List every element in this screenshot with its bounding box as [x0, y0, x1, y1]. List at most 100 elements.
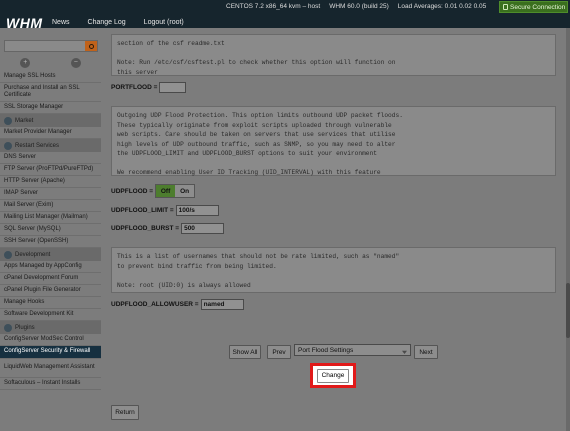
search-icon — [88, 43, 94, 49]
sidebar-header-development[interactable]: Development — [0, 248, 101, 261]
udpflood-limit-input[interactable]: 100/s — [175, 205, 219, 216]
udpflood-label: UDPFLOOD = — [111, 187, 154, 195]
sidebar-item-label: FTP Server (ProFTPd/PureFTPd) — [4, 165, 94, 172]
udpflood-row: UDPFLOOD = Off On — [111, 184, 196, 198]
sidebar-item-label: Apps Managed by AppConfig — [4, 262, 82, 269]
udpflood-limit-row: UDPFLOOD_LIMIT = 100/s — [111, 205, 219, 216]
sidebar-item[interactable]: Manage SSL Hosts — [0, 71, 101, 83]
sidebar-item-label: Mail Server (Exim) — [4, 201, 54, 208]
nav-logout[interactable]: Logout (root) — [144, 19, 184, 26]
sidebar-item[interactable]: Mailing List Manager (Mailman) — [0, 212, 101, 224]
portflood-description: section of the csf readme.txt Note: Run … — [117, 40, 396, 76]
sidebar-item-label: IMAP Server — [4, 189, 38, 196]
portflood-input[interactable] — [159, 82, 187, 93]
expand-all-icon[interactable]: + — [20, 57, 31, 68]
os-info: CENTOS 7.2 x86_64 kvm – host — [226, 3, 321, 10]
info-box-udpflood: Outgoing UDP Flood Protection. This opti… — [111, 106, 556, 176]
toggle-on-button[interactable]: On — [175, 185, 195, 197]
section-select-value: Port Flood Settings — [298, 346, 354, 354]
udpflood-description: Outgoing UDP Flood Protection. This opti… — [117, 112, 403, 176]
sidebar-list: Manage SSL Hosts Purchase and Install an … — [0, 71, 101, 390]
allowuser-description: This is a list of usernames that should … — [117, 253, 400, 289]
nav-news[interactable]: News — [52, 19, 70, 26]
change-button-highlight: Change — [310, 363, 356, 388]
allowuser-label: UDPFLOOD_ALLOWUSER = — [111, 301, 199, 308]
sidebar-item-label: Restart Services — [15, 142, 60, 149]
sidebar-item[interactable]: SSH Server (OpenSSH) — [0, 236, 101, 248]
udpflood-limit-label: UDPFLOOD_LIMIT = — [111, 207, 174, 214]
plugins-icon — [4, 323, 12, 332]
market-icon — [4, 116, 12, 125]
sidebar-item-label: HTTP Server (Apache) — [4, 177, 65, 184]
sidebar-item[interactable]: HTTP Server (Apache) — [0, 176, 101, 188]
sidebar-header-market[interactable]: Market — [0, 114, 101, 127]
info-box-allowuser: This is a list of usernames that should … — [111, 247, 556, 293]
sidebar-item-label: SSL Storage Manager — [4, 103, 64, 110]
sidebar-item-label: Manage SSL Hosts — [4, 72, 56, 79]
sidebar: + − Manage SSL Hosts Purchase and Install… — [0, 28, 101, 431]
sidebar-item-label: ConfigServer ModSec Control — [4, 335, 84, 342]
allowuser-row: UDPFLOOD_ALLOWUSER = named — [111, 299, 244, 310]
sidebar-header-restart-services[interactable]: Restart Services — [0, 139, 101, 152]
search-button[interactable] — [85, 41, 97, 51]
sidebar-item[interactable]: IMAP Server — [0, 188, 101, 200]
next-button[interactable]: Next — [414, 345, 438, 359]
sidebar-item[interactable]: Softaculous – Instant Installs — [0, 378, 101, 390]
sidebar-item-label: cPanel Plugin File Generator — [4, 286, 81, 293]
sidebar-item[interactable]: Market Provider Manager — [0, 127, 101, 139]
load-averages: Load Averages: 0.01 0.02 0.05 — [397, 3, 487, 10]
sidebar-item[interactable]: Mail Server (Exim) — [0, 200, 101, 212]
sidebar-item-label: Mailing List Manager (Mailman) — [4, 213, 88, 220]
udpflood-burst-input[interactable]: 500 — [181, 223, 225, 234]
sidebar-item[interactable]: SSL Storage Manager — [0, 102, 101, 114]
restart-icon — [4, 141, 12, 150]
secure-connection-badge: Secure Connection — [499, 1, 568, 13]
sidebar-item-label: Plugins — [15, 324, 35, 331]
sidebar-item[interactable]: ConfigServer ModSec Control — [0, 334, 101, 346]
sidebar-item-label: LiquidWeb Management Assistant — [4, 364, 95, 371]
sidebar-item-label: Market — [15, 117, 34, 124]
sidebar-item[interactable]: cPanel Plugin File Generator — [0, 285, 101, 297]
system-info: CENTOS 7.2 x86_64 kvm – host WHM 60.0 (b… — [226, 3, 486, 10]
sidebar-item[interactable]: Apps Managed by AppConfig — [0, 261, 101, 273]
sidebar-item-label: cPanel Development Forum — [4, 274, 79, 281]
sidebar-toolbar: + − — [0, 56, 101, 69]
scrollbar-thumb[interactable] — [566, 283, 570, 338]
sidebar-item-label: Market Provider Manager — [4, 128, 72, 135]
nav-change-log[interactable]: Change Log — [88, 19, 126, 26]
portflood-label: PORTFLOOD = — [111, 84, 158, 91]
sidebar-item[interactable]: Manage Hooks — [0, 297, 101, 309]
section-select[interactable]: Port Flood Settings — [294, 344, 411, 356]
top-bar: WHM News Change Log Logout (root) CENTOS… — [0, 0, 570, 31]
sidebar-item-label: Purchase and Install an SSL Certificate — [4, 84, 80, 99]
sidebar-item[interactable]: LiquidWeb Management Assistant — [0, 359, 101, 378]
udpflood-toggle[interactable]: Off On — [155, 184, 196, 198]
main-scrollbar[interactable] — [566, 28, 570, 431]
sidebar-header-plugins[interactable]: Plugins — [0, 321, 101, 334]
allowuser-input[interactable]: named — [200, 299, 244, 310]
prev-button[interactable]: Prev — [267, 345, 291, 359]
change-button[interactable]: Change — [317, 368, 349, 383]
top-nav: News Change Log Logout (root) — [52, 19, 184, 26]
sidebar-item[interactable]: DNS Server — [0, 152, 101, 164]
return-button[interactable]: Return — [111, 405, 139, 420]
portflood-row: PORTFLOOD = — [111, 82, 187, 93]
toggle-off-button[interactable]: Off — [156, 185, 176, 197]
chevron-down-icon — [402, 350, 407, 354]
sidebar-item-label: Development — [15, 251, 51, 258]
sidebar-item[interactable]: Software Development Kit — [0, 309, 101, 321]
sidebar-item-label: SSH Server (OpenSSH) — [4, 237, 69, 244]
sidebar-item[interactable]: Purchase and Install an SSL Certificate — [0, 83, 101, 102]
sidebar-item[interactable]: ConfigServer Security & Firewall — [0, 346, 101, 359]
sidebar-item[interactable]: FTP Server (ProFTPd/PureFTPd) — [0, 164, 101, 176]
sidebar-item-label: SQL Server (MySQL) — [4, 225, 61, 232]
show-all-button[interactable]: Show All — [229, 345, 261, 359]
sidebar-item[interactable]: SQL Server (MySQL) — [0, 224, 101, 236]
sidebar-item-label: Software Development Kit — [4, 310, 74, 317]
collapse-all-icon[interactable]: − — [70, 57, 81, 68]
udpflood-burst-label: UDPFLOOD_BURST = — [111, 225, 180, 232]
sidebar-item[interactable]: cPanel Development Forum — [0, 273, 101, 285]
sidebar-search-input[interactable] — [4, 40, 98, 52]
secure-connection-label: Secure Connection — [510, 3, 566, 11]
sidebar-item-label: DNS Server — [4, 153, 37, 160]
